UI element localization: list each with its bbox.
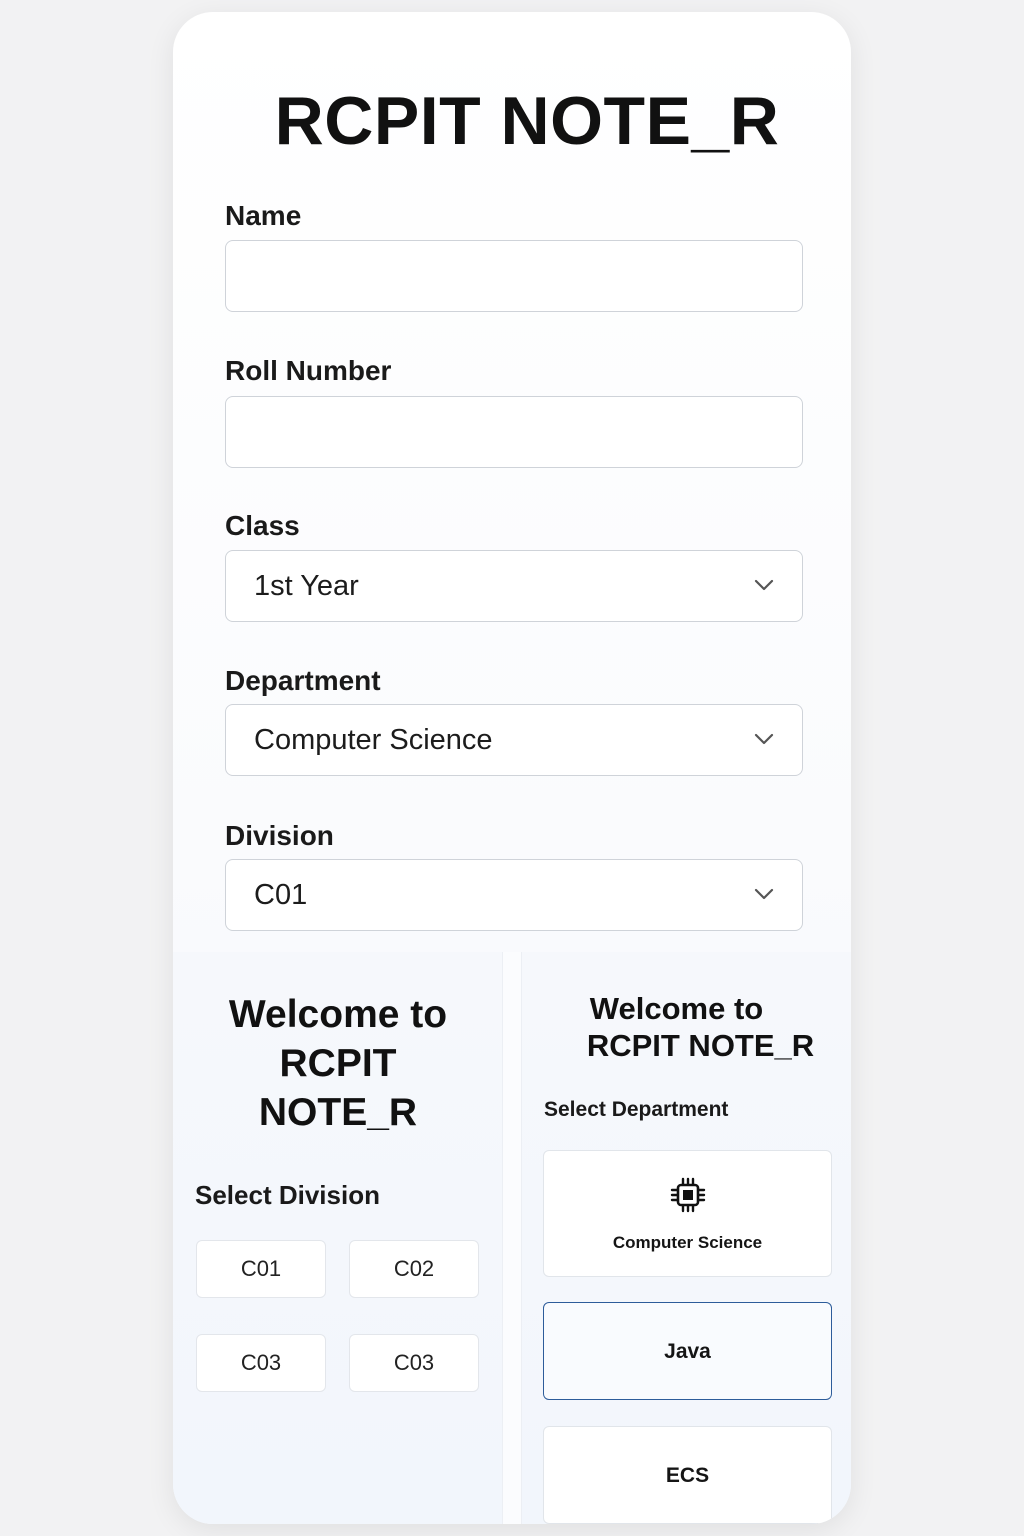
panel-divider	[502, 952, 522, 1524]
department-panel-welcome: Welcome to RCPIT NOTE_R	[522, 990, 851, 1064]
division-button-c03-second[interactable]: C03	[349, 1334, 479, 1392]
division-panel-welcome: Welcome to RCPIT NOTE_R	[173, 990, 503, 1137]
welcome-line: NOTE_R	[258, 1091, 418, 1134]
class-selected-value: 1st Year	[254, 570, 359, 602]
department-button-label: Java	[664, 1340, 711, 1363]
division-button-c03[interactable]: C03	[196, 1334, 326, 1392]
division-selected-value: C01	[254, 879, 308, 911]
class-select[interactable]: 1st Year	[225, 550, 803, 622]
department-button-computer-science[interactable]: Computer Science	[543, 1150, 832, 1277]
select-division-label: Select Division	[195, 1180, 380, 1210]
division-panel: Welcome to RCPIT NOTE_R Select Division …	[173, 952, 503, 1524]
roll-number-input[interactable]	[226, 397, 802, 467]
select-department-label: Select Department	[544, 1098, 729, 1121]
page-title: RCPIT NOTE_R	[274, 83, 780, 159]
welcome-line: Welcome to	[589, 991, 764, 1026]
chevron-down-icon	[754, 733, 774, 745]
division-button-c02[interactable]: C02	[349, 1240, 479, 1298]
division-button-c01[interactable]: C01	[196, 1240, 326, 1298]
app-card: RCPIT NOTE_R Name Roll Number Class 1st …	[173, 12, 851, 1524]
roll-number-label: Roll Number	[225, 355, 392, 386]
department-selected-value: Computer Science	[254, 724, 493, 756]
department-button-label: ECS	[665, 1464, 710, 1487]
cpu-chip-icon	[670, 1177, 706, 1213]
department-button-ecs[interactable]: ECS	[543, 1426, 832, 1524]
name-input[interactable]	[226, 241, 802, 311]
division-label: Division	[225, 820, 334, 851]
department-button-label: Computer Science	[612, 1233, 763, 1252]
department-label: Department	[225, 665, 381, 696]
welcome-line: Welcome to	[228, 993, 448, 1036]
department-panel: Welcome to RCPIT NOTE_R Select Departmen…	[522, 952, 851, 1524]
welcome-line: RCPIT	[279, 1042, 397, 1085]
department-select[interactable]: Computer Science	[225, 704, 803, 776]
welcome-line: RCPIT NOTE_R	[586, 1028, 815, 1063]
class-label: Class	[225, 510, 300, 541]
name-field[interactable]	[225, 240, 803, 312]
name-label: Name	[225, 200, 302, 231]
division-select[interactable]: C01	[225, 859, 803, 931]
chevron-down-icon	[754, 579, 774, 591]
department-button-java[interactable]: Java	[543, 1302, 832, 1400]
roll-number-field[interactable]	[225, 396, 803, 468]
chevron-down-icon	[754, 888, 774, 900]
